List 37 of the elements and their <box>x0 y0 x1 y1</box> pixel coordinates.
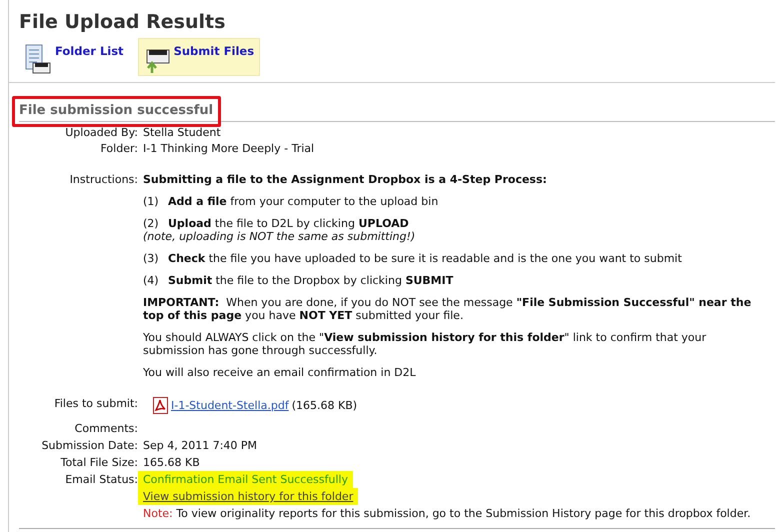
section-title: File submission successful <box>19 103 214 119</box>
note-text: To view originality reports for this submission, go to the Submission History page for this dropbox folder. <box>176 507 751 520</box>
step-number: (1) <box>143 195 160 208</box>
toolbar-button[interactable]: Folder List <box>19 38 130 76</box>
history-link[interactable]: View submission history for this folder <box>138 488 358 505</box>
email-status: Confirmation Email Sent Successfully <box>138 471 353 488</box>
step-text: Check the file you have uploaded to be sure it is readable and is the one you want to submit <box>168 252 682 265</box>
step-number: (3) <box>143 252 160 265</box>
field-value: I-1 Thinking More Deeply - Trial <box>143 142 314 155</box>
file-size: (165.68 KB) <box>292 399 358 412</box>
step-text: Add a file from your computer to the upload bin <box>168 195 438 208</box>
instruction-paragraph: You will also receive an email confirmation in D2L <box>143 366 417 379</box>
file-link[interactable]: I-1-Student-Stella.pdf <box>171 399 289 412</box>
toolbar-button[interactable]: Submit Files <box>138 38 260 76</box>
field-label: Comments: <box>74 422 138 435</box>
step-number: (4) <box>143 274 160 287</box>
instructions-heading: Submitting a file to the Assignment Dropbox is a 4-Step Process: <box>143 173 548 186</box>
field-label: Instructions: <box>70 173 138 186</box>
step-text: Submit the file to the Dropbox by clicking SUBMIT <box>168 274 454 287</box>
field-label: Total File Size: <box>60 456 138 469</box>
field-value: 165.68 KB <box>143 456 200 469</box>
step-number: (2) <box>143 217 160 230</box>
document-tray-icon <box>25 44 51 74</box>
pdf-file-icon <box>153 397 168 414</box>
note-label: Note: <box>143 507 173 520</box>
field-label: Files to submit: <box>54 397 138 410</box>
step-text: Upload the file to D2L by clicking UPLOAD <box>168 217 409 230</box>
page-title: File Upload Results <box>19 10 226 33</box>
field-value: Stella Student <box>143 126 221 139</box>
field-label: Folder: <box>100 142 138 155</box>
field-label: Submission Date: <box>42 439 138 452</box>
instruction-paragraph: IMPORTANT: When you are done, if you do NOT see the message "File Submission Successful" near the top of this page you have NOT YET submitted your file. <box>143 296 752 322</box>
field-label: Email Status: <box>65 473 138 486</box>
step-note: (note, uploading is NOT the same as submitting!) <box>143 230 416 243</box>
instruction-paragraph: You should ALWAYS click on the "View submission history for this folder" link to confirm that your submission has gone through successfully. <box>143 331 708 357</box>
field-label: Uploaded By: <box>65 126 138 139</box>
field-value: Sep 4, 2011 7:40 PM <box>143 439 258 452</box>
